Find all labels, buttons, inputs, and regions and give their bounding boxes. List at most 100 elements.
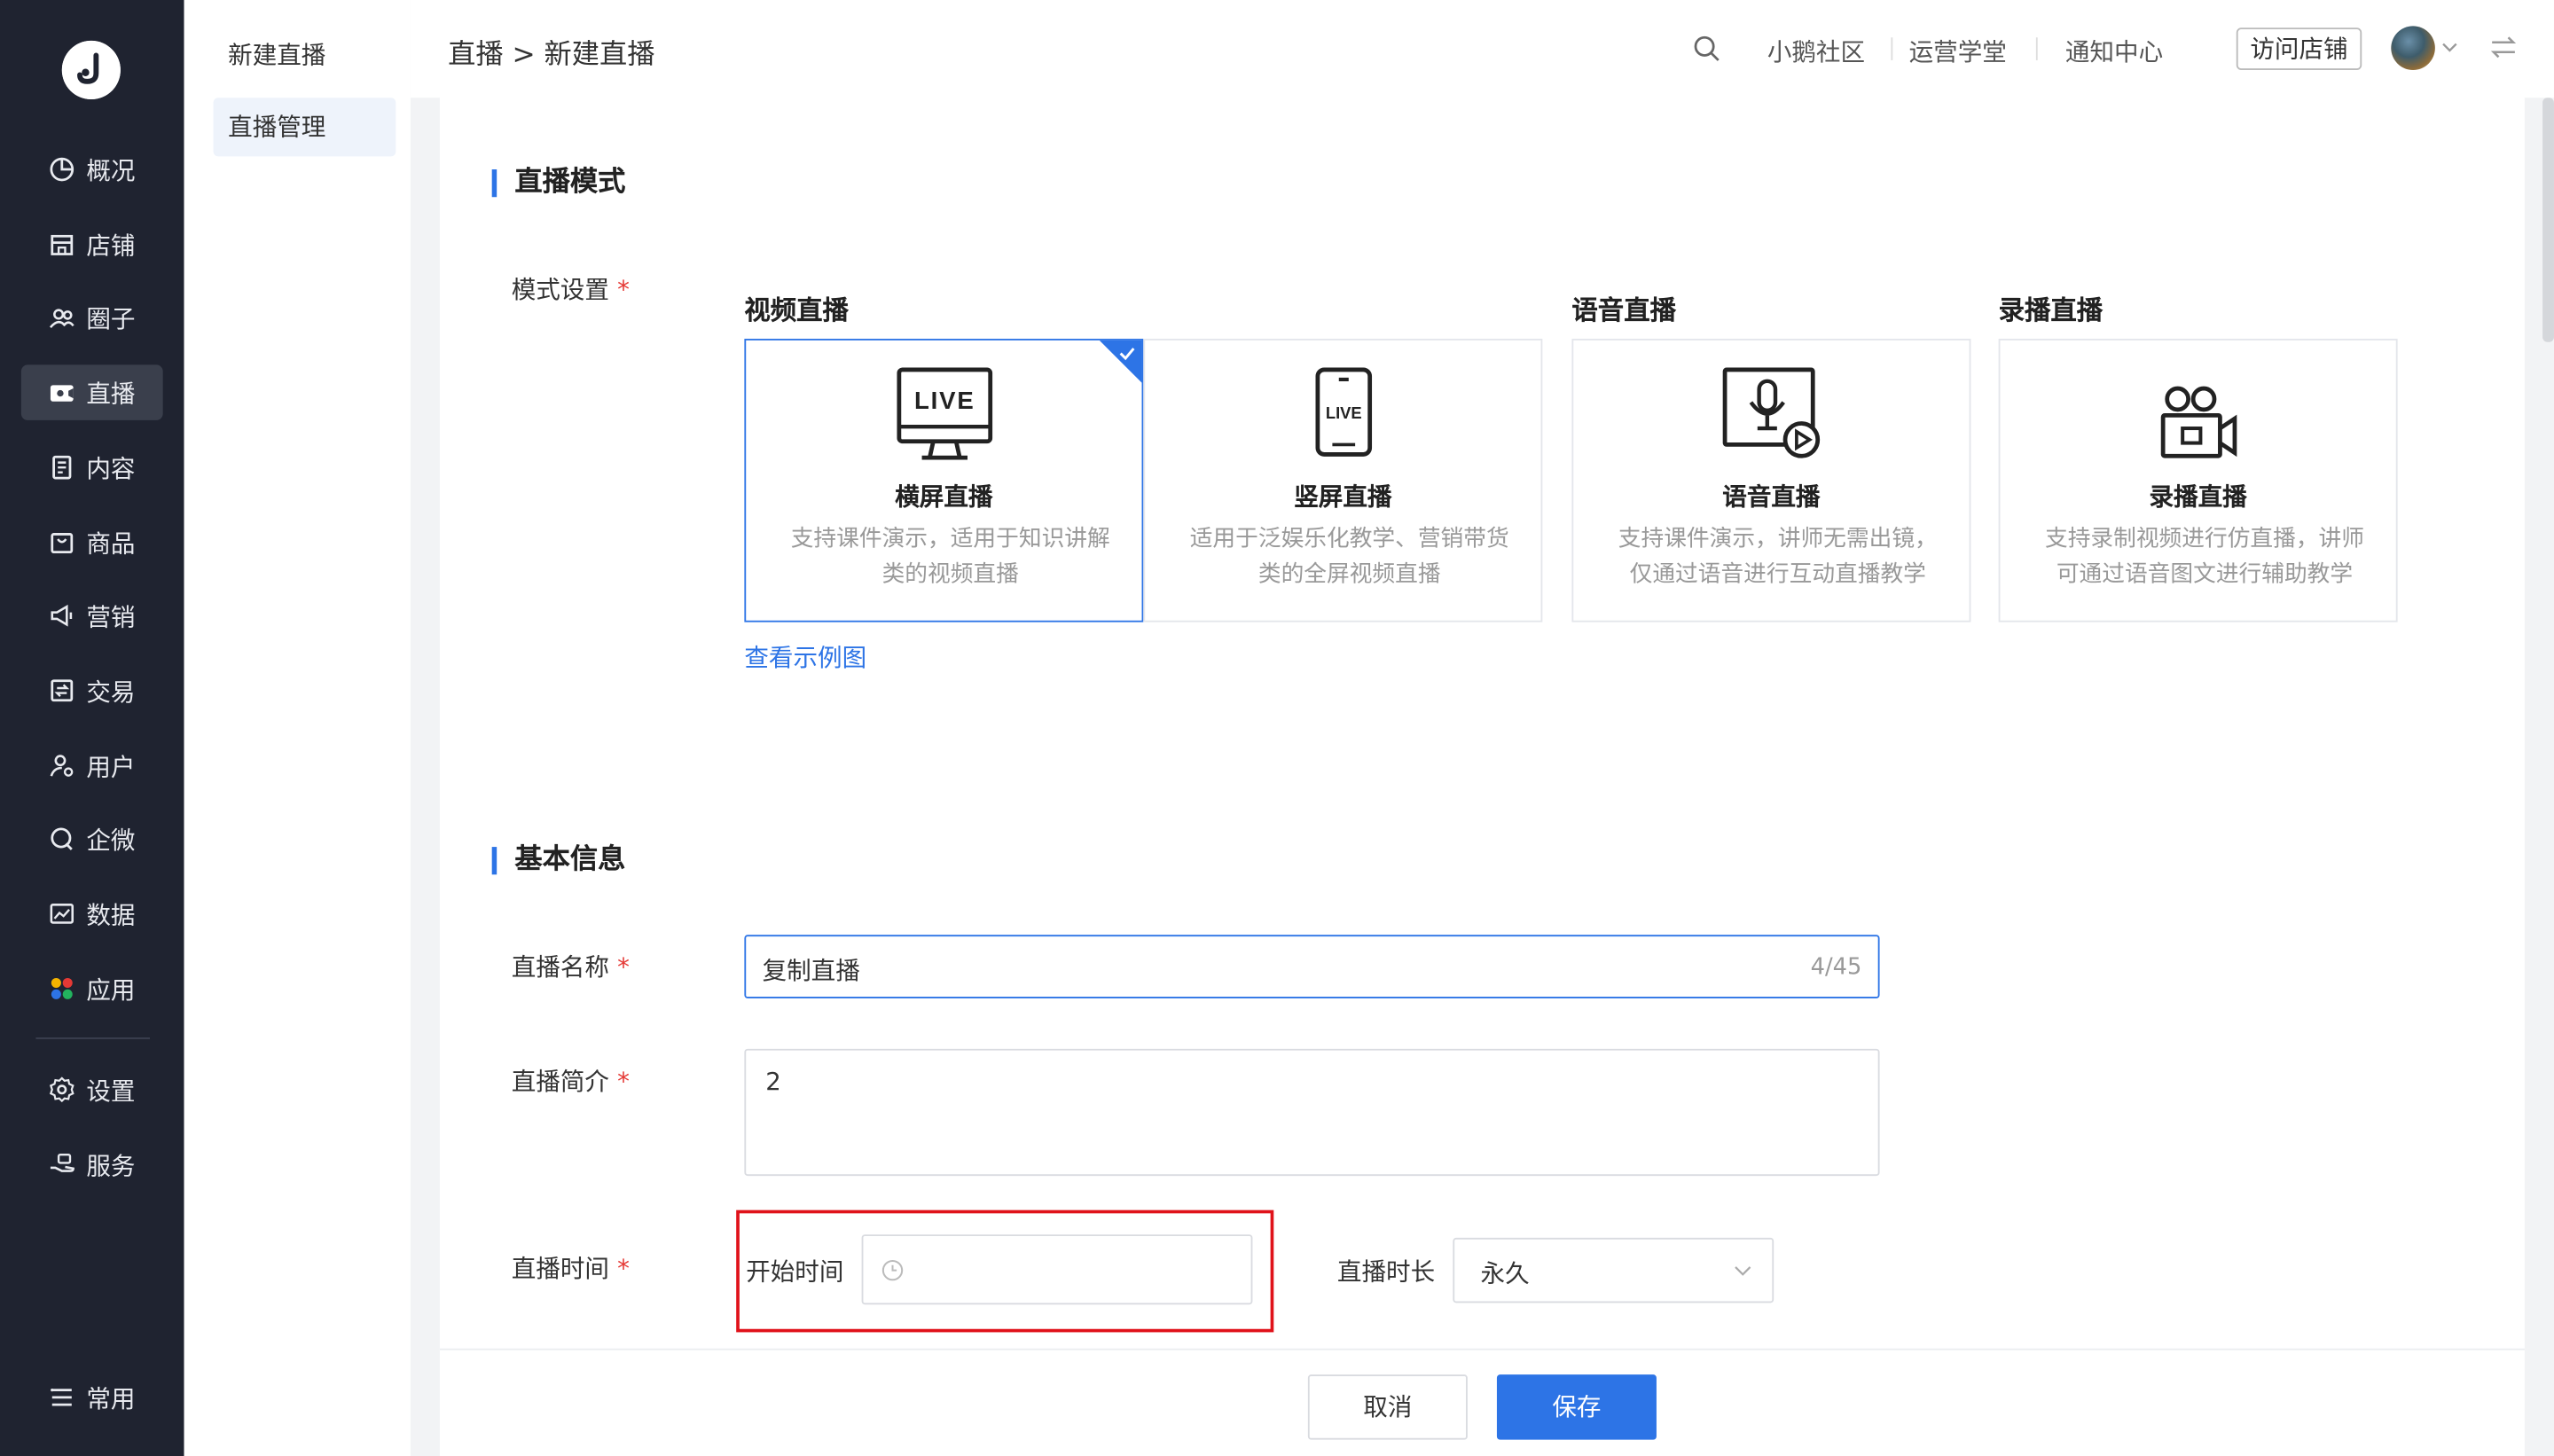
avatar[interactable] xyxy=(2391,26,2435,70)
main-sidebar: 概况 店铺 圈子 直播 内容 商品 营销 交易 用户 企微 数据 应用 设置 服… xyxy=(0,0,184,1456)
subnav-item-new-live[interactable]: 新建直播 xyxy=(214,26,396,84)
svg-text:LIVE: LIVE xyxy=(1325,403,1361,422)
live-name-input[interactable]: 复制直播 4/45 xyxy=(744,935,1880,998)
scrollbar[interactable] xyxy=(2542,98,2554,342)
section-title-basic: 基本信息 xyxy=(491,846,625,875)
sidebar-item-content[interactable]: 内容 xyxy=(21,440,163,495)
live-description-textarea[interactable]: 2 xyxy=(744,1048,1880,1177)
store-icon xyxy=(51,234,74,255)
sidebar-item-label: 内容 xyxy=(86,453,136,483)
data-chart-icon xyxy=(50,904,74,924)
group-title-audio: 语音直播 xyxy=(1571,294,1676,326)
subnav-item-live-manage[interactable]: 直播管理 xyxy=(213,98,396,157)
card-description: 支持课件演示，讲师无需出镜，仅通过语音进行互动直播教学 xyxy=(1618,526,1938,589)
required-mark: * xyxy=(617,952,630,982)
brand-logo[interactable] xyxy=(61,40,121,100)
group-title-video: 视频直播 xyxy=(744,294,849,326)
video-recorder-icon xyxy=(2159,386,2237,458)
sidebar-item-circle[interactable]: 圈子 xyxy=(21,290,163,345)
divider xyxy=(2035,37,2038,60)
notification-center-link[interactable]: 通知中心 xyxy=(2065,35,2163,69)
sidebar-item-apps[interactable]: 应用 xyxy=(21,961,163,1016)
breadcrumb: 直播 > 新建直播 xyxy=(448,39,655,72)
top-bar: 直播 > 新建直播 小鹅社区 运营学堂 通知中心 访问店铺 xyxy=(410,0,2554,98)
sidebar-item-goods[interactable]: 商品 xyxy=(21,514,163,569)
sidebar-item-label: 企微 xyxy=(86,825,136,855)
textarea-value: 2 xyxy=(765,1067,781,1097)
sidebar-item-users[interactable]: 用户 xyxy=(21,738,163,793)
sidebar-item-label: 设置 xyxy=(86,1076,136,1106)
live-description-label: 直播简介 * xyxy=(512,1063,630,1098)
sidebar-item-service[interactable]: 服务 xyxy=(21,1137,163,1192)
input-value: 复制直播 xyxy=(762,956,860,986)
chevron-down-icon[interactable] xyxy=(2441,41,2457,54)
mode-card-landscape[interactable]: LIVE 横屏直播 支持课件演示，适用于知识讲解类的视频直播 xyxy=(744,339,1144,622)
visit-store-button[interactable]: 访问店铺 xyxy=(2236,27,2362,70)
card-title: 竖屏直播 xyxy=(1294,481,1392,512)
card-description: 适用于泛娱乐化教学、营销带货类的全屏视频直播 xyxy=(1189,526,1509,589)
label-text: 直播名称 xyxy=(511,952,609,982)
sidebar-item-settings[interactable]: 设置 xyxy=(21,1062,163,1117)
megaphone-icon xyxy=(51,604,73,627)
save-button[interactable]: 保存 xyxy=(1496,1374,1657,1440)
sidebar-item-label: 圈子 xyxy=(86,303,136,333)
duration-select[interactable]: 永久 xyxy=(1453,1237,1774,1303)
selected-check-icon xyxy=(1099,340,1142,383)
required-mark: * xyxy=(617,1254,630,1284)
sidebar-item-marketing[interactable]: 营销 xyxy=(21,588,163,643)
mode-card-portrait[interactable]: LIVE 竖屏直播 适用于泛娱乐化教学、营销带货类的全屏视频直播 xyxy=(1143,339,1543,622)
view-example-link[interactable]: 查看示例图 xyxy=(744,640,866,675)
logo-mark-icon xyxy=(61,40,121,100)
search-icon[interactable] xyxy=(1692,35,1721,64)
start-time-picker[interactable] xyxy=(861,1234,1253,1305)
label-text: 直播时间 xyxy=(511,1254,609,1284)
sidebar-item-overview[interactable]: 概况 xyxy=(21,142,163,197)
card-description: 支持录制视频进行仿直播，讲师可通过语音图文进行辅助教学 xyxy=(2044,526,2364,589)
phone-live-icon: LIVE xyxy=(1314,367,1372,457)
service-hand-icon xyxy=(50,1154,74,1172)
section-title-mode: 直播模式 xyxy=(491,168,625,198)
label-text: 模式设置 xyxy=(511,275,609,305)
sidebar-item-label: 商品 xyxy=(86,528,136,559)
academy-link[interactable]: 运营学堂 xyxy=(1909,35,2007,69)
group-title-recorded: 录播直播 xyxy=(1998,294,2104,326)
gear-icon xyxy=(49,1076,74,1103)
video-camera-icon xyxy=(50,385,74,402)
sidebar-item-wecom[interactable]: 企微 xyxy=(21,811,163,866)
sidebar-divider xyxy=(35,1037,150,1039)
sidebar-item-trade[interactable]: 交易 xyxy=(21,663,163,718)
user-gear-icon xyxy=(50,755,74,777)
monitor-live-icon: LIVE xyxy=(896,367,992,460)
mode-card-audio[interactable]: 语音直播 支持课件演示，讲师无需出镜，仅通过语音进行互动直播教学 xyxy=(1571,339,1971,622)
divider xyxy=(1891,37,1893,60)
mode-setting-label: 模式设置 * xyxy=(512,272,630,307)
sidebar-item-label: 用户 xyxy=(86,751,136,781)
sidebar-item-data[interactable]: 数据 xyxy=(21,886,163,941)
sidebar-item-label: 营销 xyxy=(86,601,136,631)
switch-arrows-icon[interactable] xyxy=(2488,33,2518,62)
char-counter: 4/45 xyxy=(1810,954,1862,981)
card-title: 语音直播 xyxy=(1722,481,1821,512)
apps-grid-icon xyxy=(51,977,73,999)
card-description: 支持课件演示，适用于知识讲解类的视频直播 xyxy=(790,526,1110,589)
sidebar-item-label: 应用 xyxy=(86,975,136,1005)
select-value: 永久 xyxy=(1480,1258,1530,1288)
sidebar-item-live[interactable]: 直播 xyxy=(20,364,163,420)
sidebar-item-label: 店铺 xyxy=(86,230,136,260)
card-title: 横屏直播 xyxy=(895,481,993,512)
chevron-down-icon xyxy=(1735,1266,1751,1276)
card-title: 录播直播 xyxy=(2149,481,2247,512)
list-icon xyxy=(51,1388,72,1406)
sidebar-item-favorites[interactable]: 常用 xyxy=(21,1370,163,1425)
sidebar-item-label: 服务 xyxy=(86,1150,136,1180)
cancel-button[interactable]: 取消 xyxy=(1307,1374,1468,1440)
mode-card-recorded[interactable]: 录播直播 支持录制视频进行仿直播，讲师可通过语音图文进行辅助教学 xyxy=(1998,339,2398,622)
label-text: 直播简介 xyxy=(511,1067,609,1097)
pie-chart-icon xyxy=(50,157,74,182)
sidebar-item-label: 数据 xyxy=(86,899,136,929)
bag-icon xyxy=(51,533,74,554)
sidebar-item-store[interactable]: 店铺 xyxy=(21,216,163,271)
document-icon xyxy=(52,455,72,480)
community-link[interactable]: 小鹅社区 xyxy=(1767,35,1865,69)
microphone-screen-icon xyxy=(1721,367,1820,458)
